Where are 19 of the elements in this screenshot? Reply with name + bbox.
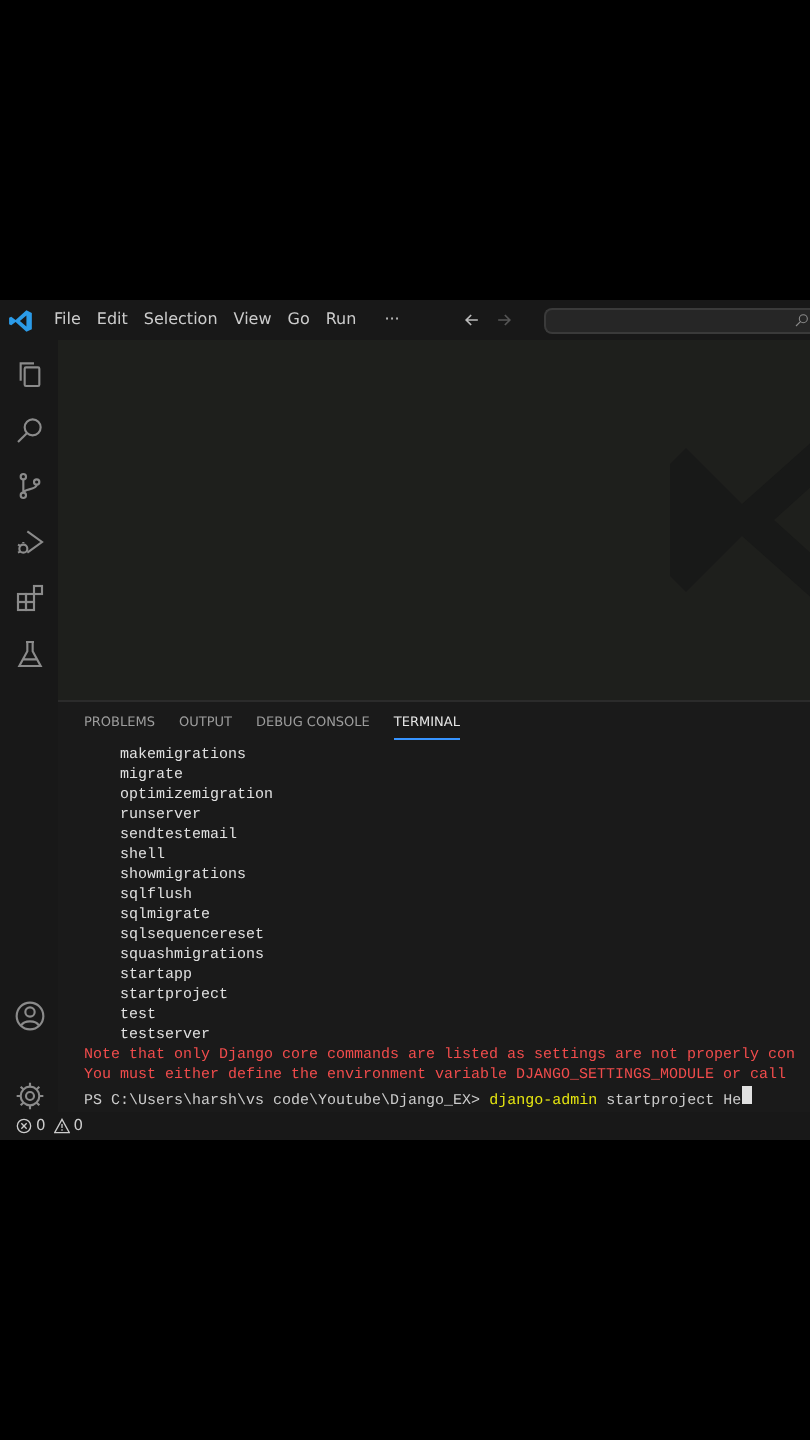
settings-icon[interactable] [13,1080,45,1112]
text-cursor [741,1086,752,1104]
flask-icon[interactable] [13,638,45,670]
menu-item[interactable]: Edit [88,308,136,332]
more-menu-button[interactable]: ··· [376,308,408,332]
search-icon [794,312,810,328]
menu-item[interactable]: Go [279,308,318,332]
search-icon[interactable] [13,414,45,446]
menu-item[interactable]: File [46,308,89,332]
menu-item[interactable]: Run [317,308,365,332]
menu-item[interactable]: Selection [135,308,226,332]
extensions-icon[interactable] [13,582,45,614]
app-logo-icon [8,307,34,333]
warning-icon[interactable] [53,1118,70,1134]
menu-item[interactable]: View [225,308,280,332]
account-icon[interactable] [13,1000,45,1032]
run-debug-icon[interactable] [13,526,45,558]
search-field[interactable] [543,307,810,333]
error-icon[interactable] [16,1118,32,1134]
